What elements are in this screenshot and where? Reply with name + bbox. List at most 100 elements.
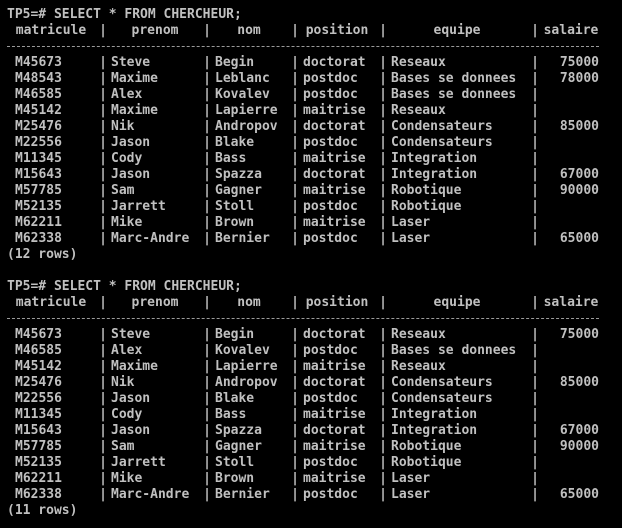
column-separator: | xyxy=(379,55,387,70)
column-separator: | xyxy=(379,231,387,246)
table-cell: Sam xyxy=(111,439,135,454)
table-cell: Alex xyxy=(111,87,143,102)
column-separator: | xyxy=(379,439,387,454)
table-cell: M25476 xyxy=(15,119,62,134)
query-output: TP5=# SELECT * FROM CHERCHEUR; matricule |… xyxy=(7,279,622,519)
table-cell: Robotique xyxy=(391,199,462,214)
table-cell: Marc-Andre xyxy=(111,231,190,246)
column-separator: | xyxy=(291,87,299,102)
terminal-window[interactable]: TP5=# SELECT * FROM CHERCHEUR; matricule |… xyxy=(0,0,622,528)
column-separator: | xyxy=(531,135,539,150)
column-separator: | xyxy=(531,151,539,166)
table-cell: M62211 xyxy=(15,215,62,230)
table-cell: postdoc xyxy=(303,391,358,406)
table-cell: Stoll xyxy=(215,199,255,214)
column-separator: | xyxy=(203,103,211,118)
column-separator: | xyxy=(291,151,299,166)
table-cell: Bernier xyxy=(215,231,270,246)
column-header: matricule xyxy=(15,23,87,38)
column-separator: | xyxy=(379,455,387,470)
table-cell: Robotique xyxy=(391,439,462,454)
table-row: M62211 | Mike | Brown | maitrise | Laser | xyxy=(7,471,622,487)
column-separator: | xyxy=(531,391,539,406)
column-separator: | xyxy=(203,391,211,406)
table-cell: doctorat xyxy=(303,55,366,70)
column-separator: | xyxy=(99,71,107,86)
table-cell: Reseaux xyxy=(391,103,446,118)
table-cell: Sam xyxy=(111,183,135,198)
column-separator: | xyxy=(531,455,539,470)
column-separator: | xyxy=(99,439,107,454)
table-cell: Steve xyxy=(111,55,151,70)
column-separator: | xyxy=(203,455,211,470)
table-cell: Andropov xyxy=(215,119,278,134)
column-separator: | xyxy=(99,391,107,406)
table-header-row: matricule | prenom | nom | position | equipe | sal… xyxy=(7,295,622,311)
table-cell: Laser xyxy=(391,471,431,486)
table-row: M25476 | Nik | Andropov | doctorat | Condensateu… xyxy=(7,119,622,135)
query-output: TP5=# SELECT * FROM CHERCHEUR; matricule |… xyxy=(7,7,622,263)
table-cell: maitrise xyxy=(303,359,366,374)
table-row: M45673 | Steve | Begin | doctorat | Reseaux | 7500… xyxy=(7,327,622,343)
table-row: M46585 | Alex | Kovalev | postdoc | Bases se don… xyxy=(7,87,622,103)
table-cell: 78000 xyxy=(559,71,599,86)
column-separator: | xyxy=(203,215,211,230)
table-cell: Integration xyxy=(391,407,478,422)
table-cell: Spazza xyxy=(215,167,262,182)
column-separator: | xyxy=(531,167,539,182)
column-separator: | xyxy=(531,71,539,86)
table-cell: Maxime xyxy=(111,359,158,374)
column-separator: | xyxy=(379,167,387,182)
column-separator: | xyxy=(203,55,211,70)
table-cell: Condensateurs xyxy=(391,119,493,134)
table-row: M15643 | Jason | Spazza | doctorat | Integration… xyxy=(7,423,622,439)
column-header: prenom xyxy=(131,23,179,38)
table-cell: doctorat xyxy=(303,423,366,438)
table-cell: maitrise xyxy=(303,151,366,166)
table-cell: postdoc xyxy=(303,487,358,502)
table-cell: maitrise xyxy=(303,183,366,198)
column-separator: | xyxy=(99,295,107,310)
column-separator: | xyxy=(99,375,107,390)
header-divider xyxy=(7,39,622,55)
table-cell: postdoc xyxy=(303,455,358,470)
table-cell: Reseaux xyxy=(391,327,446,342)
column-separator: | xyxy=(203,439,211,454)
table-cell: M48543 xyxy=(15,71,62,86)
column-separator: | xyxy=(379,103,387,118)
column-separator: | xyxy=(291,183,299,198)
column-separator: | xyxy=(291,199,299,214)
column-separator: | xyxy=(379,471,387,486)
column-separator: | xyxy=(531,119,539,134)
column-header: equipe xyxy=(433,295,481,310)
table-cell: doctorat xyxy=(303,167,366,182)
table-cell: postdoc xyxy=(303,231,358,246)
table-cell: 75000 xyxy=(559,55,599,70)
table-cell: M62338 xyxy=(15,487,62,502)
column-separator: | xyxy=(203,71,211,86)
divider-line xyxy=(7,318,599,319)
table-cell: 67000 xyxy=(559,423,599,438)
table-cell: M62211 xyxy=(15,471,62,486)
table-cell: Steve xyxy=(111,327,151,342)
table-cell: M22556 xyxy=(15,135,62,150)
table-cell: M57785 xyxy=(15,439,62,454)
column-header: salaire xyxy=(543,23,599,38)
table-cell: M25476 xyxy=(15,375,62,390)
column-separator: | xyxy=(99,359,107,374)
table-cell: Marc-Andre xyxy=(111,487,190,502)
table-cell: M45142 xyxy=(15,359,62,374)
table-cell: M11345 xyxy=(15,151,62,166)
table-cell: M52135 xyxy=(15,199,62,214)
column-separator: | xyxy=(291,455,299,470)
column-separator: | xyxy=(379,423,387,438)
column-separator: | xyxy=(203,487,211,502)
column-separator: | xyxy=(99,231,107,246)
table-cell: postdoc xyxy=(303,199,358,214)
table-cell: Kovalev xyxy=(215,87,270,102)
column-separator: | xyxy=(379,375,387,390)
table-cell: Robotique xyxy=(391,455,462,470)
column-separator: | xyxy=(291,359,299,374)
column-separator: | xyxy=(379,135,387,150)
column-separator: | xyxy=(203,423,211,438)
